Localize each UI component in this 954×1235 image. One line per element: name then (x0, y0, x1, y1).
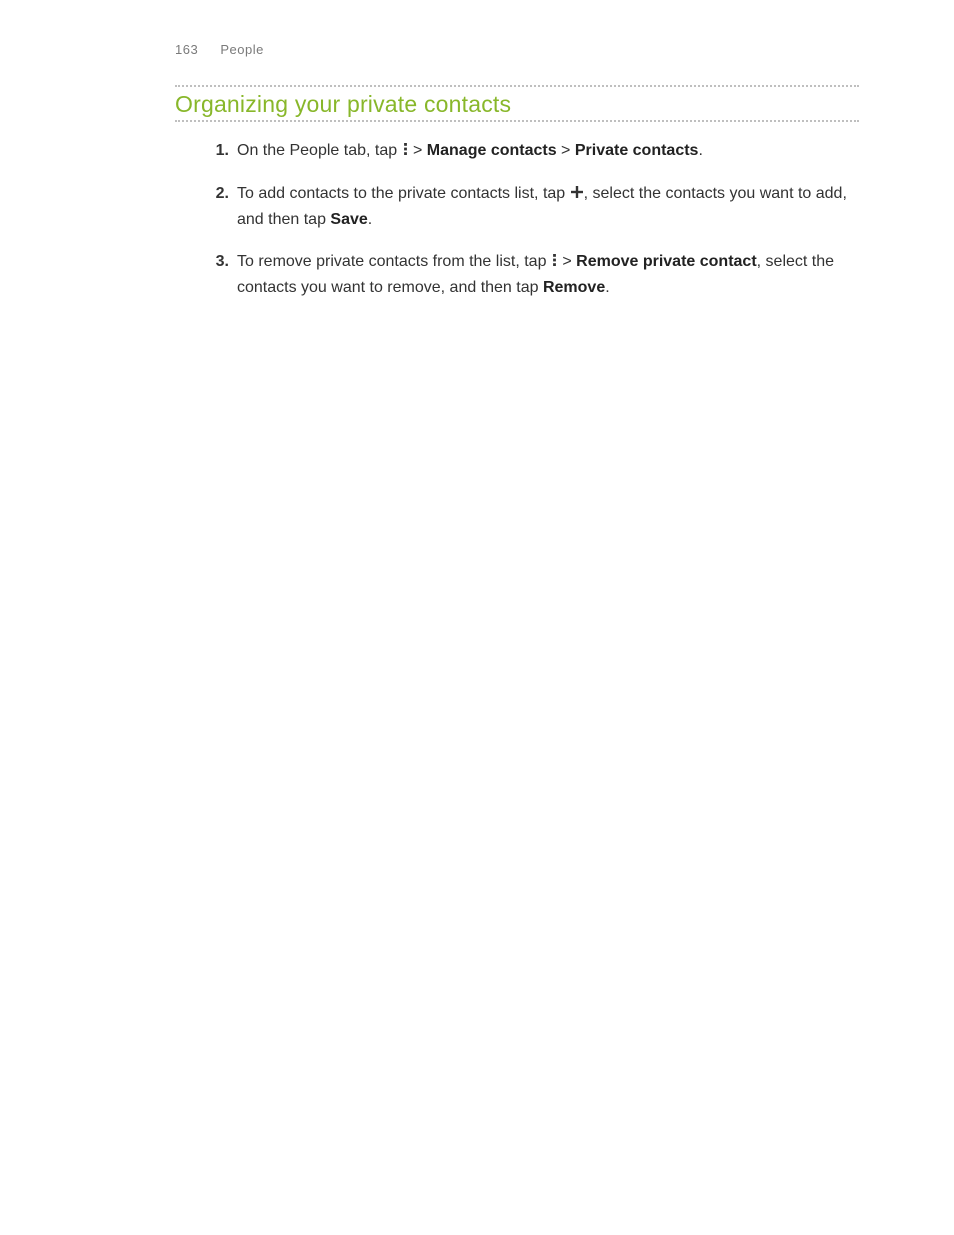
step-3: To remove private contacts from the list… (219, 249, 859, 301)
step-text: . (368, 211, 372, 228)
section-title: Organizing your private contacts (175, 87, 859, 120)
steps-list: On the People tab, tap > Manage contacts… (219, 138, 859, 301)
page-header: 163 People (175, 42, 859, 57)
step-text: . (605, 279, 609, 296)
step-text: > (557, 142, 575, 159)
menu-label: Manage contacts (427, 142, 557, 159)
step-2: To add contacts to the private contacts … (219, 181, 859, 233)
step-text: On the People tab, tap (237, 142, 402, 159)
page-number: 163 (175, 42, 198, 57)
chapter-name: People (220, 42, 263, 57)
menu-label: Private contacts (575, 142, 699, 159)
button-label: Remove (543, 279, 605, 296)
plus-icon (570, 182, 584, 208)
step-text: To add contacts to the private contacts … (237, 185, 570, 202)
step-text: . (698, 142, 702, 159)
button-label: Save (330, 211, 367, 228)
more-vert-icon (551, 250, 558, 276)
divider-bottom (175, 120, 859, 122)
more-vert-icon (402, 139, 409, 165)
step-1: On the People tab, tap > Manage contacts… (219, 138, 859, 165)
step-text: > (409, 142, 427, 159)
menu-label: Remove private contact (576, 253, 757, 270)
step-text: To remove private contacts from the list… (237, 253, 551, 270)
step-text: > (558, 253, 576, 270)
